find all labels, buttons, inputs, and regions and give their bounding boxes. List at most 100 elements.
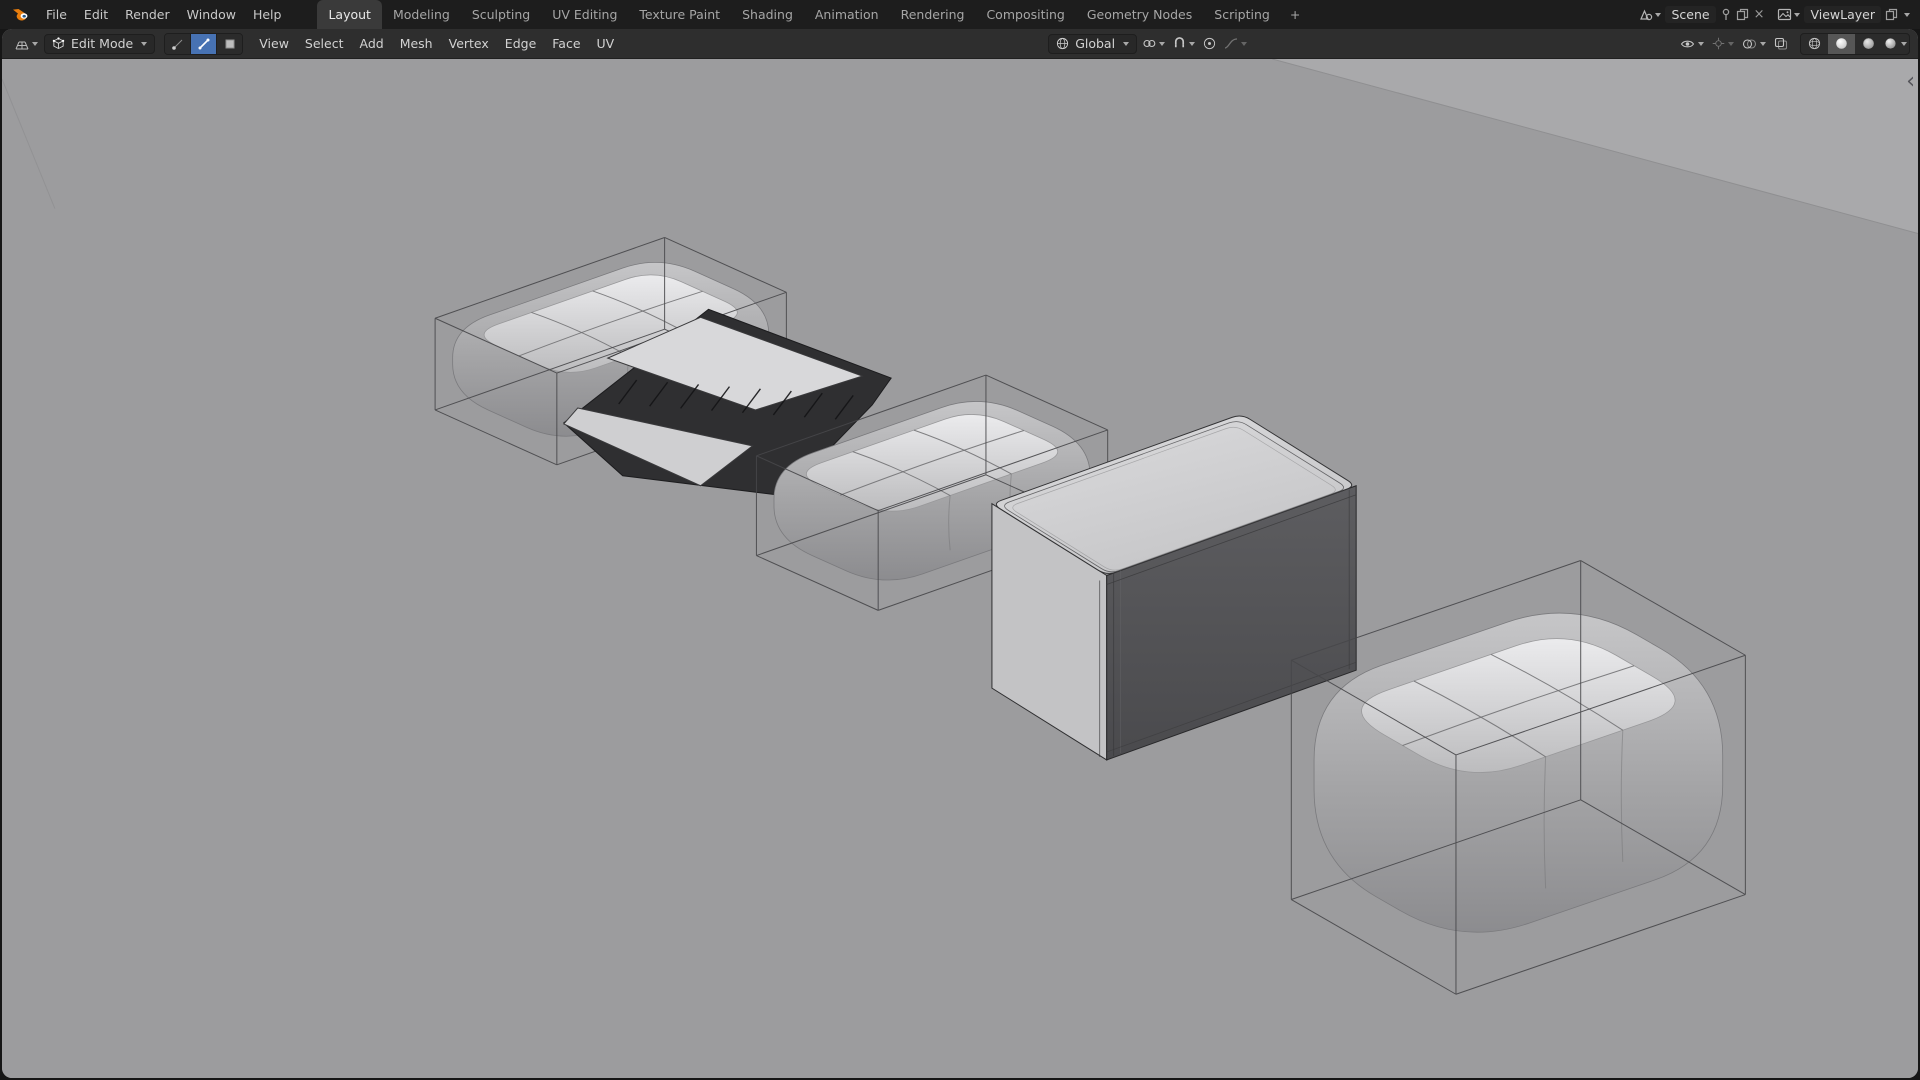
overlays-button[interactable] (1739, 38, 1769, 50)
menu-help[interactable]: Help (245, 0, 290, 29)
workspace-tab-texture-paint[interactable]: Texture Paint (628, 0, 731, 29)
viewport-header: Edit Mode View Select Add Mesh Vertex Ed… (2, 29, 1918, 59)
menu-face[interactable]: Face (545, 36, 587, 51)
menu-select[interactable]: Select (298, 36, 351, 51)
viewport-canvas[interactable]: ‹ (2, 59, 1918, 1078)
shading-mode-group (1800, 32, 1911, 55)
scene-name-field[interactable]: Scene (1665, 6, 1716, 23)
scene-icon (1640, 9, 1653, 21)
xray-icon (1774, 37, 1788, 50)
mode-selector[interactable]: Edit Mode (44, 33, 156, 54)
grid-line (2, 78, 56, 209)
menu-window[interactable]: Window (179, 0, 244, 29)
visibility-eye-icon (1680, 40, 1695, 47)
workspace-tab-scripting[interactable]: Scripting (1203, 0, 1281, 29)
solid-shading-icon (1836, 38, 1847, 49)
wireframe-shading-icon (1808, 37, 1821, 50)
viewlayer-browse-button[interactable] (1777, 8, 1801, 21)
menu-uv[interactable]: UV (590, 36, 622, 51)
menu-edge[interactable]: Edge (498, 36, 543, 51)
edge-select-button[interactable] (190, 33, 217, 54)
falloff-curve-icon (1224, 38, 1238, 49)
editor-type-caret-icon (32, 41, 38, 46)
snap-settings-button[interactable] (1139, 37, 1168, 50)
add-workspace-button[interactable]: + (1281, 0, 1309, 29)
workspace-tab-compositing[interactable]: Compositing (975, 0, 1075, 29)
transform-orientation-button[interactable]: Global (1048, 33, 1138, 54)
orientation-label: Global (1075, 36, 1116, 51)
snap-settings-caret-icon (1159, 41, 1166, 46)
scene-selector: Scene × (1638, 6, 1765, 23)
face-select-button[interactable] (216, 33, 243, 54)
workspace-tabs: Layout Modeling Sculpting UV Editing Tex… (317, 0, 1309, 29)
menu-vertex[interactable]: Vertex (442, 36, 496, 51)
workspace-tab-animation[interactable]: Animation (804, 0, 890, 29)
shading-rendered-button[interactable] (1882, 34, 1909, 54)
snap-toggle-button[interactable] (1170, 37, 1198, 50)
topbar: File Edit Render Window Help Layout Mode… (0, 0, 1920, 29)
menu-view[interactable]: View (252, 36, 296, 51)
snap-increment-icon (1143, 39, 1156, 48)
blender-logo-icon (13, 8, 28, 20)
object-visibility-button[interactable] (1677, 38, 1707, 50)
proportional-editing-toggle[interactable] (1200, 37, 1219, 50)
orientation-caret-icon (1123, 41, 1130, 46)
vertex-select-icon (171, 39, 183, 50)
shading-material-button[interactable] (1855, 34, 1882, 54)
viewlayer-name-field[interactable]: ViewLayer (1804, 6, 1881, 23)
workspace-tab-modeling[interactable]: Modeling (382, 0, 461, 29)
workspace-tab-rendering[interactable]: Rendering (890, 0, 976, 29)
visibility-caret-icon (1698, 41, 1705, 46)
blender-logo-icon[interactable] (6, 8, 37, 22)
viewlayer-selector: ViewLayer (1777, 6, 1910, 23)
menu-add[interactable]: Add (352, 36, 390, 51)
copy-icon (1885, 8, 1898, 21)
mesh-rounded-box-3[interactable] (1290, 560, 1746, 995)
copy-icon (1736, 8, 1748, 21)
new-viewlayer-button[interactable] (1885, 8, 1898, 21)
viewlayer-icon (1778, 8, 1792, 21)
pin-icon[interactable] (1720, 8, 1732, 21)
sidebar-toggle-arrow[interactable]: ‹ (1903, 71, 1918, 93)
viewport-3d-scene[interactable] (2, 59, 1918, 1078)
shading-wireframe-button[interactable] (1801, 34, 1828, 54)
shading-solid-button[interactable] (1828, 33, 1856, 54)
overlays-icon (1742, 38, 1757, 49)
viewport-editor: Edit Mode View Select Add Mesh Vertex Ed… (2, 29, 1918, 1078)
editor-type-button[interactable] (10, 37, 42, 51)
proportional-falloff-button[interactable] (1221, 37, 1250, 50)
falloff-caret-icon (1241, 41, 1248, 46)
topbar-menus: File Edit Render Window Help (6, 0, 289, 29)
unlink-scene-button[interactable]: × (1753, 7, 1766, 22)
snap-toggle-caret-icon (1189, 41, 1196, 46)
gizmos-button[interactable] (1709, 37, 1737, 50)
edit-mode-icon (52, 37, 65, 50)
global-orientation-icon (1057, 37, 1069, 50)
magnet-icon (1175, 37, 1185, 48)
viewlayer-browse-caret-icon (1794, 12, 1801, 17)
xray-toggle-button[interactable] (1771, 37, 1791, 50)
new-scene-button[interactable] (1736, 8, 1749, 21)
mode-label: Edit Mode (71, 36, 134, 51)
menu-file[interactable]: File (38, 0, 75, 29)
menu-edit[interactable]: Edit (76, 0, 116, 29)
viewport-editor-icon (15, 41, 29, 49)
scene-browse-caret-icon (1655, 12, 1662, 17)
menu-render[interactable]: Render (117, 0, 178, 29)
viewlayer-dropdown-caret-icon (1904, 12, 1910, 17)
workspace-tab-layout[interactable]: Layout (317, 0, 382, 29)
menu-mesh[interactable]: Mesh (393, 36, 440, 51)
gizmo-icon (1712, 37, 1725, 50)
gizmos-caret-icon (1728, 41, 1735, 46)
viewlayer-dropdown-button[interactable] (1902, 12, 1910, 17)
workspace-tab-shading[interactable]: Shading (731, 0, 804, 29)
proportional-editing-icon (1203, 37, 1216, 50)
shading-caret-icon (1901, 41, 1908, 46)
vertex-select-button[interactable] (165, 33, 191, 54)
workspace-tab-geometry-nodes[interactable]: Geometry Nodes (1076, 0, 1203, 29)
workspace-tab-uv-editing[interactable]: UV Editing (541, 0, 628, 29)
mode-caret-icon (141, 41, 148, 46)
material-preview-icon (1863, 38, 1874, 49)
scene-browse-button[interactable] (1638, 8, 1662, 21)
workspace-tab-sculpting[interactable]: Sculpting (461, 0, 541, 29)
